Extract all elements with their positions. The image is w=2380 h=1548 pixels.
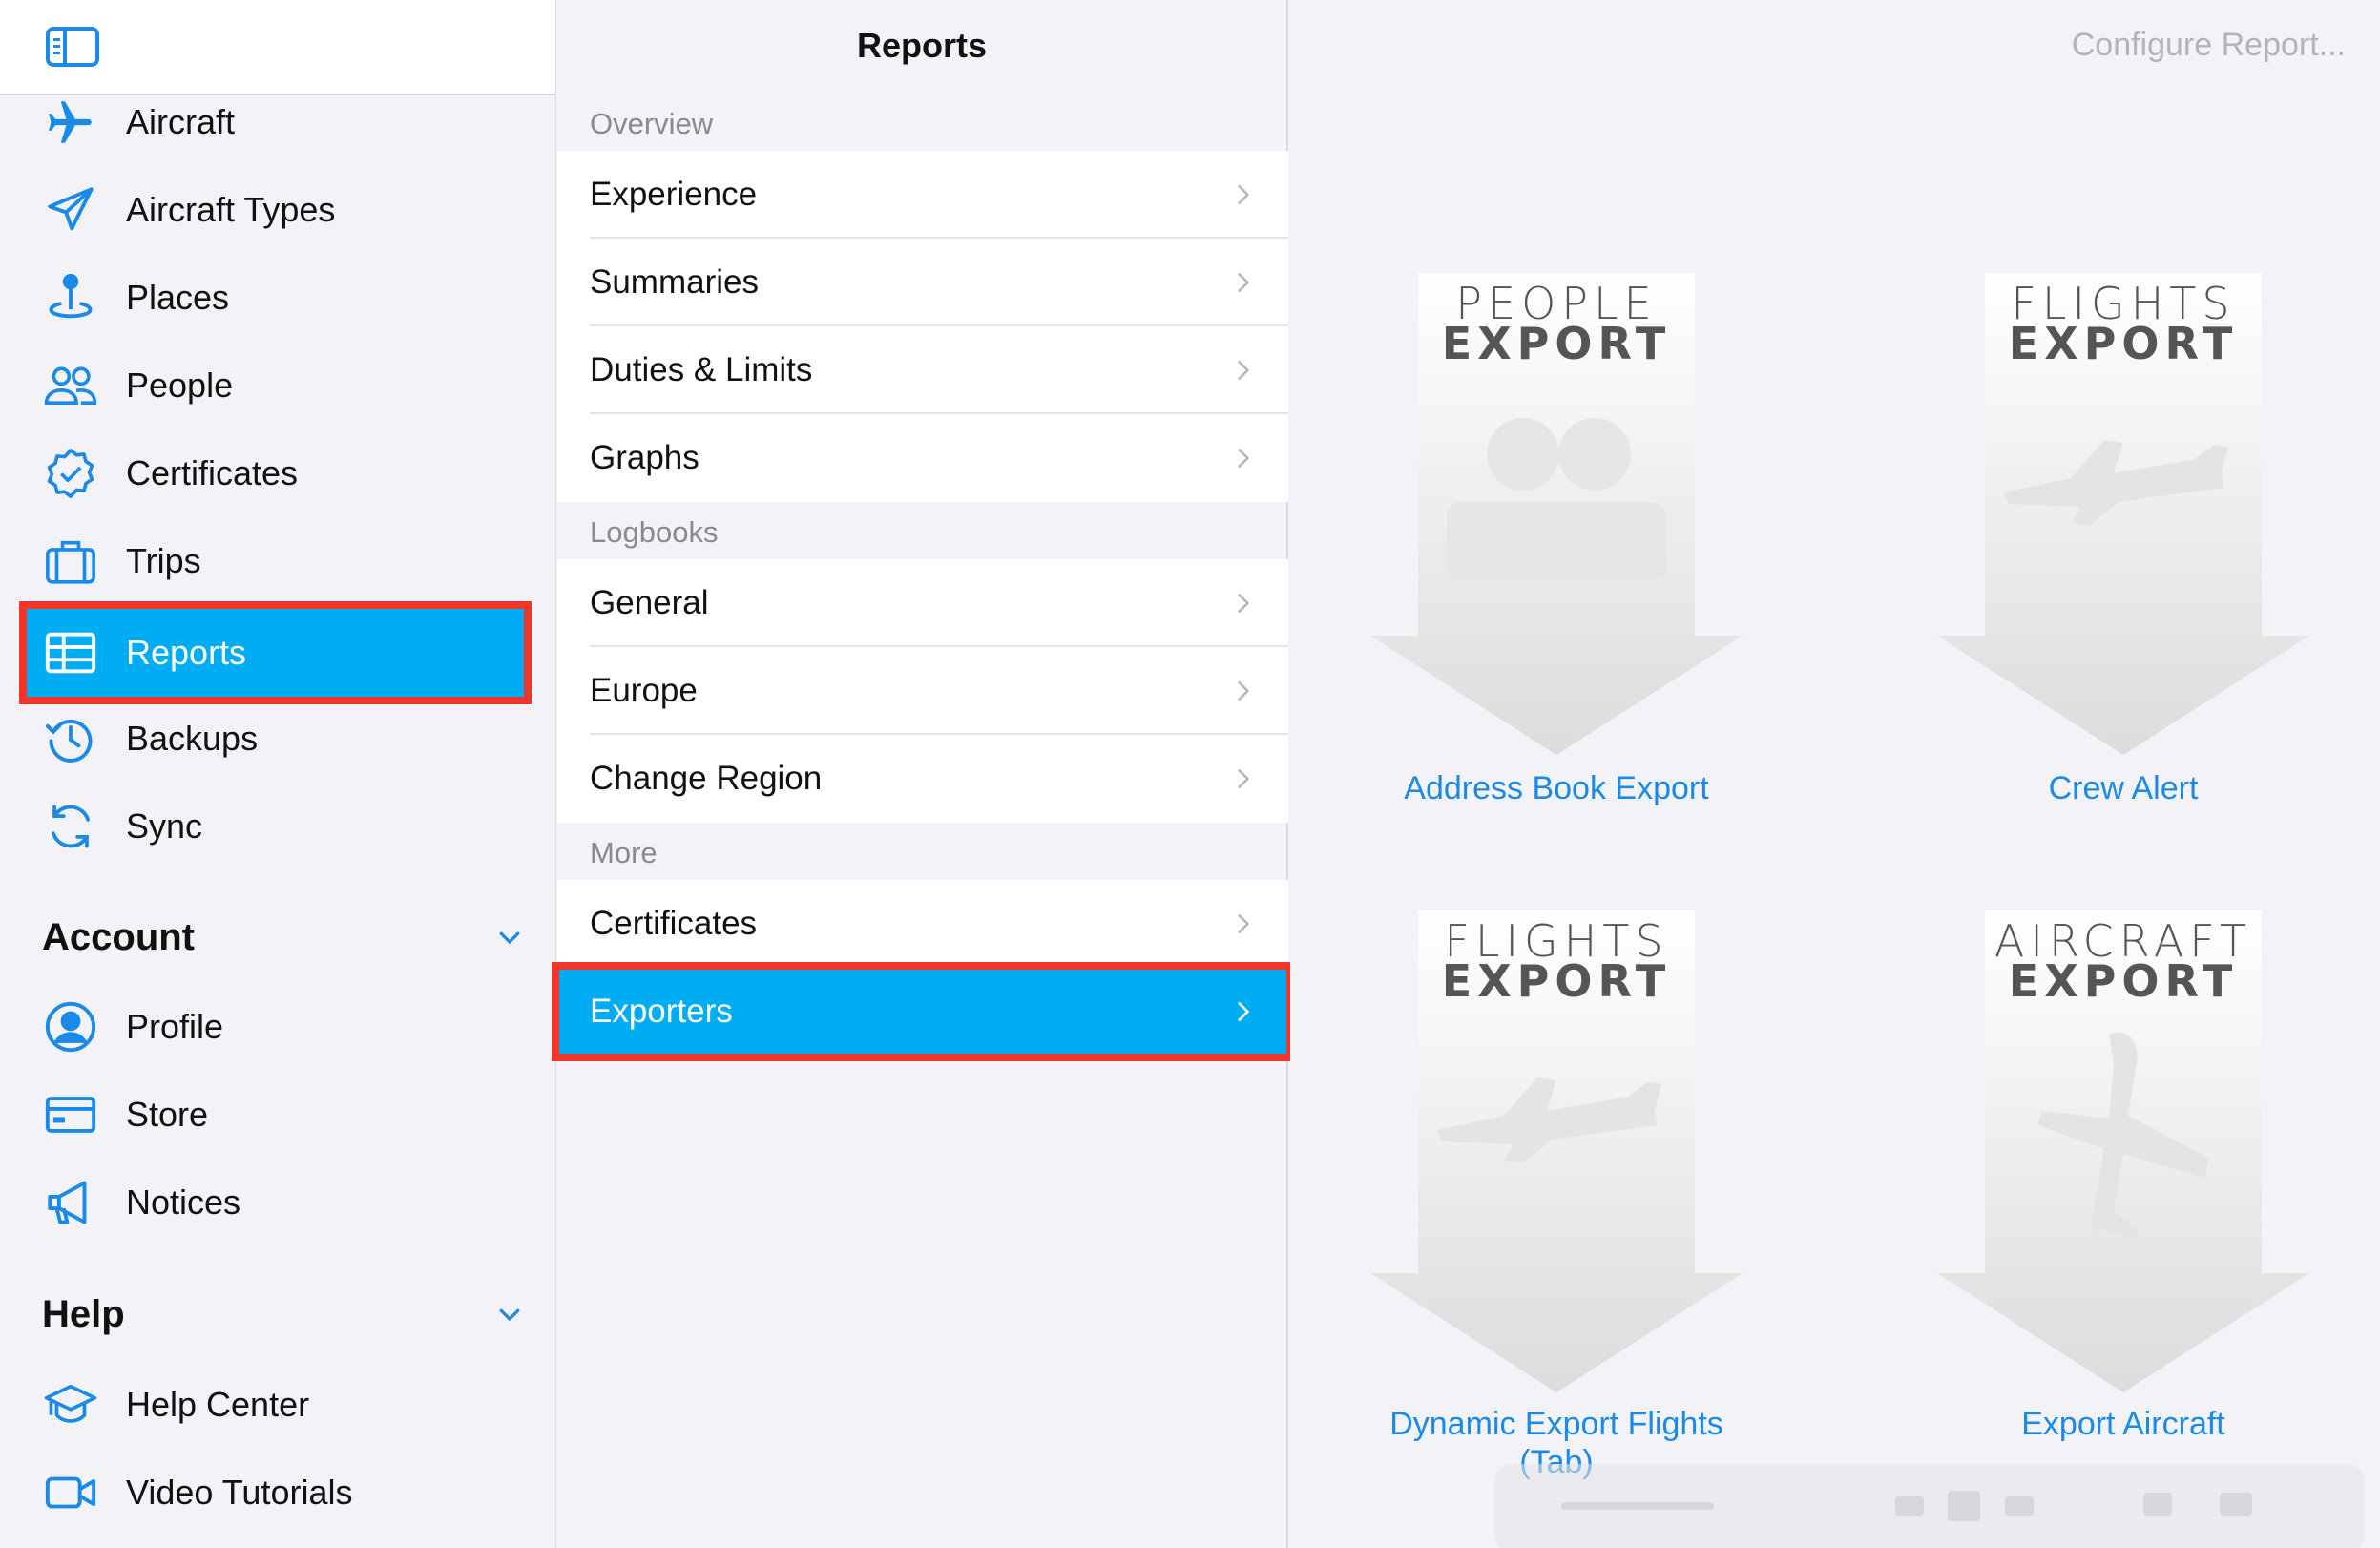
sidebar-item-label: Sync [126,806,203,846]
section-title: Account [42,915,195,958]
list-row-europe[interactable]: Europe [557,647,1288,735]
sidebar-item-aircraft[interactable]: Aircraft [27,78,524,166]
list-row-experience[interactable]: Experience [557,151,1288,239]
chevron-right-icon [1238,594,1250,613]
sidebar-item-label: Reports [126,633,247,672]
group-header-logbooks: Logbooks [590,515,719,549]
graduation-cap-icon [27,1361,115,1449]
page-title: Reports [856,26,988,65]
sidebar-item-certificates[interactable]: Certificates [27,429,524,517]
airplane-icon [27,78,115,166]
tile-caption[interactable]: Address Book Export [1332,769,1781,807]
sidebar-item-label: Aircraft Types [126,190,336,229]
list-row-general[interactable]: General [557,559,1288,647]
sidebar-item-label: Notices [126,1182,241,1222]
paper-plane-icon [27,166,115,254]
video-camera-icon [27,1449,115,1537]
exporters-pane: Configure Report... PEOPLE EXPORT Addres… [1290,0,2380,1548]
chevron-down-icon[interactable] [495,923,524,952]
tile-bottom-word: EXPORT [1442,318,1671,369]
media-player-overlay [1494,1464,2365,1548]
sidebar-item-label: Certificates [126,453,299,492]
sidebar: Aircraft Aircraft Types Places People Ce… [0,0,556,1548]
chevron-right-icon [1238,681,1250,701]
tile-caption-line: Dynamic Export Flights [1389,1406,1723,1442]
tile-caption[interactable]: Export Aircraft [1899,1405,2348,1443]
sidebar-item-people[interactable]: People [27,342,524,429]
section-title: Help [42,1292,125,1335]
row-label: Europe [590,672,698,709]
suitcase-icon [27,517,115,605]
flights-export-arrow-icon: FLIGHTS EXPORT [1937,273,2309,755]
account-section-header[interactable]: Account [42,904,524,971]
sidebar-toggle-icon[interactable] [46,27,99,67]
row-label: Summaries [590,263,759,301]
sidebar-item-aircraft-types[interactable]: Aircraft Types [27,166,524,254]
row-label: Experience [590,176,758,213]
chevron-right-icon [1238,361,1250,380]
list-row-summaries[interactable]: Summaries [557,239,1288,326]
sidebar-item-profile[interactable]: Profile [27,983,524,1071]
sidebar-item-notices[interactable]: Notices [27,1159,524,1246]
people-icon [27,342,115,429]
sidebar-item-label: Places [126,278,230,317]
sidebar-item-places[interactable]: Places [27,254,524,342]
row-label: Duties & Limits [590,351,813,388]
table-icon [27,609,115,697]
megaphone-icon [27,1159,115,1246]
tile-bottom-word: EXPORT [2009,318,2238,369]
sidebar-item-reports[interactable]: Reports [19,601,532,704]
group-header-overview: Overview [590,107,714,140]
sidebar-item-label: Profile [126,1007,224,1046]
chevron-right-icon [1238,914,1250,933]
chevron-down-icon[interactable] [495,1300,524,1328]
row-label: Graphs [590,439,699,476]
list-row-change-region[interactable]: Change Region [557,735,1288,823]
tile-bottom-word: EXPORT [2009,955,2238,1007]
reports-list-pane: Reports Overview Experience Summaries Du… [552,0,1294,1548]
sidebar-item-trips[interactable]: Trips [27,517,524,605]
list-row-duties-limits[interactable]: Duties & Limits [557,326,1288,414]
card-icon [27,1071,115,1159]
row-label: Certificates [590,905,758,942]
sync-arrows-icon [27,783,115,870]
chevron-right-icon [1238,1002,1250,1021]
map-pin-icon [27,254,115,342]
list-row-exporters[interactable]: Exporters [552,962,1294,1061]
sidebar-item-video-tutorials[interactable]: Video Tutorials [27,1449,524,1537]
sidebar-item-label: Store [126,1095,209,1134]
row-label: Change Region [590,760,823,797]
sidebar-item-help-center[interactable]: Help Center [27,1361,524,1449]
flights-export-arrow-icon: FLIGHTS EXPORT [1370,910,1743,1392]
sidebar-item-label: Video Tutorials [126,1473,353,1512]
people-export-arrow-icon: PEOPLE EXPORT [1370,273,1743,755]
history-clock-icon [27,695,115,783]
certificate-badge-icon [27,429,115,517]
list-row-certificates[interactable]: Certificates [557,880,1288,968]
sidebar-item-sync[interactable]: Sync [27,783,524,870]
sidebar-item-label: Help Center [126,1385,310,1424]
row-label: Exporters [590,993,733,1030]
chevron-right-icon [1238,769,1250,788]
sidebar-item-store[interactable]: Store [27,1071,524,1159]
row-label: General [590,584,709,621]
list-row-graphs[interactable]: Graphs [557,414,1288,502]
aircraft-export-arrow-icon: AIRCRAFT EXPORT [1937,910,2309,1392]
profile-icon [27,983,115,1071]
sidebar-item-backups[interactable]: Backups [27,695,524,783]
tile-bottom-word: EXPORT [1442,955,1671,1007]
sidebar-item-label: Backups [126,719,259,758]
tile-caption[interactable]: Crew Alert [1899,769,2348,807]
help-section-header[interactable]: Help [42,1281,524,1348]
configure-report-button[interactable]: Configure Report... [2072,27,2346,64]
chevron-right-icon [1238,273,1250,292]
chevron-right-icon [1238,185,1250,204]
group-header-more: More [590,836,658,869]
sidebar-item-label: Aircraft [126,102,236,141]
sidebar-item-label: Trips [126,541,201,580]
sidebar-item-label: People [126,366,234,405]
chevron-right-icon [1238,449,1250,468]
